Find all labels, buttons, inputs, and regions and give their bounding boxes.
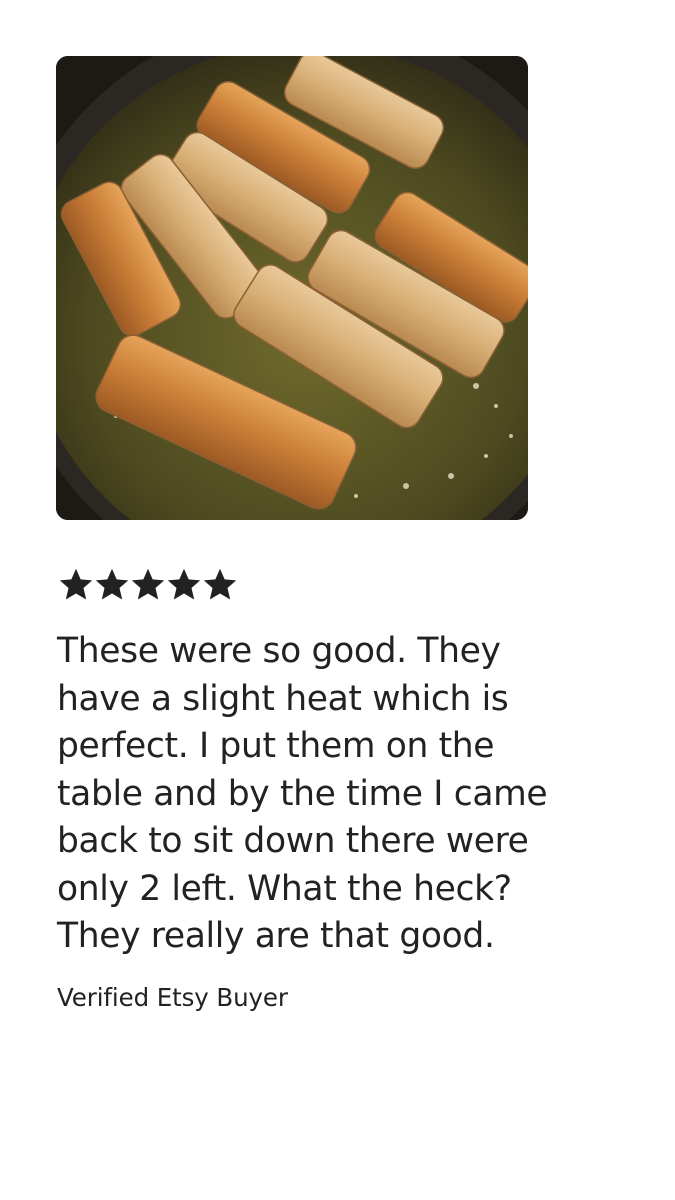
review-photo[interactable] — [56, 56, 528, 520]
star-rating — [58, 566, 238, 602]
star-icon — [131, 568, 165, 600]
star-icon — [167, 568, 201, 600]
star-icon — [95, 568, 129, 600]
star-icon — [203, 568, 237, 600]
review-author: Verified Etsy Buyer — [57, 983, 288, 1012]
egg-rolls-image — [56, 56, 528, 520]
review-text: These were so good. They have a slight h… — [57, 631, 548, 956]
star-icon — [59, 568, 93, 600]
